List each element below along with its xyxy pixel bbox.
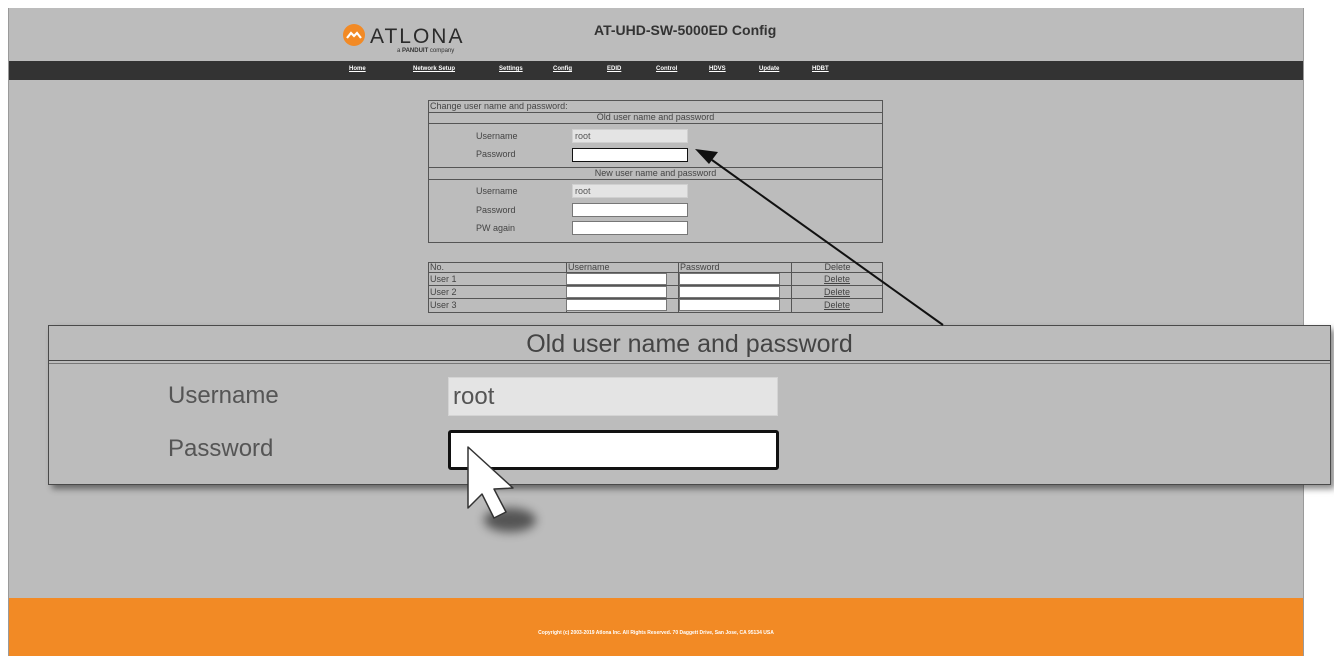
callout-arrow-icon <box>695 149 944 326</box>
annotation-overlay <box>467 149 944 532</box>
mouse-pointer-icon <box>467 446 536 532</box>
